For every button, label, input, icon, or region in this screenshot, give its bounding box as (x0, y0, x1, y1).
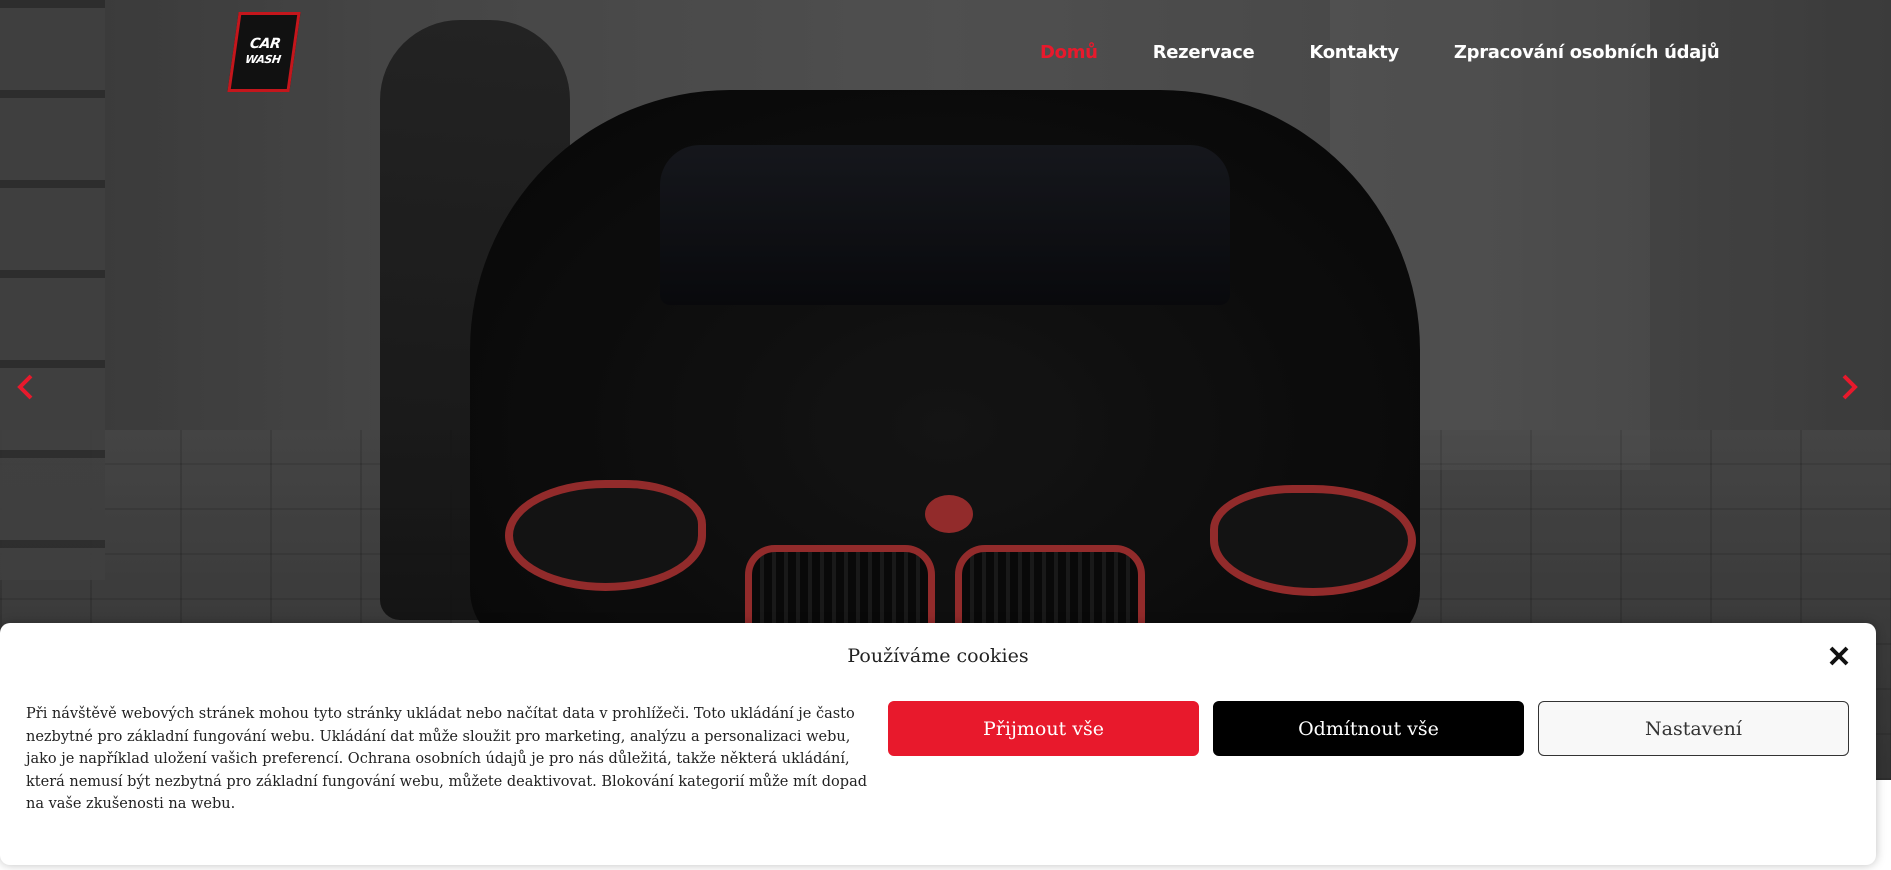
nav-item-rezervace[interactable]: Rezervace (1153, 42, 1255, 63)
logo-line-1: CAR (248, 36, 282, 52)
main-nav: Domů Rezervace Kontakty Zpracování osobn… (1040, 42, 1720, 63)
cookie-title: Používáme cookies (847, 645, 1029, 667)
slider-next-button[interactable] (1838, 373, 1860, 401)
cookie-close-button[interactable] (1826, 643, 1852, 669)
slider-prev-button[interactable] (15, 373, 37, 401)
site-logo[interactable]: CAR WASH (227, 12, 301, 92)
logo-line-2: WASH (244, 53, 282, 66)
deny-all-button[interactable]: Odmítnout vše (1213, 701, 1524, 756)
cookie-settings-button[interactable]: Nastavení (1538, 701, 1849, 756)
chevron-left-icon (17, 374, 33, 400)
nav-item-kontakty[interactable]: Kontakty (1309, 42, 1399, 63)
close-icon (1829, 646, 1849, 666)
cookie-banner: Používáme cookies Při návštěvě webových … (0, 623, 1876, 865)
nav-item-zpracovani-osobnich-udaju[interactable]: Zpracování osobních údajů (1454, 42, 1720, 63)
accept-all-button[interactable]: Přijmout vše (888, 701, 1199, 756)
nav-item-domu[interactable]: Domů (1040, 42, 1098, 63)
cookie-description: Při návštěvě webových stránek mohou tyto… (26, 706, 867, 812)
chevron-right-icon (1842, 374, 1858, 400)
